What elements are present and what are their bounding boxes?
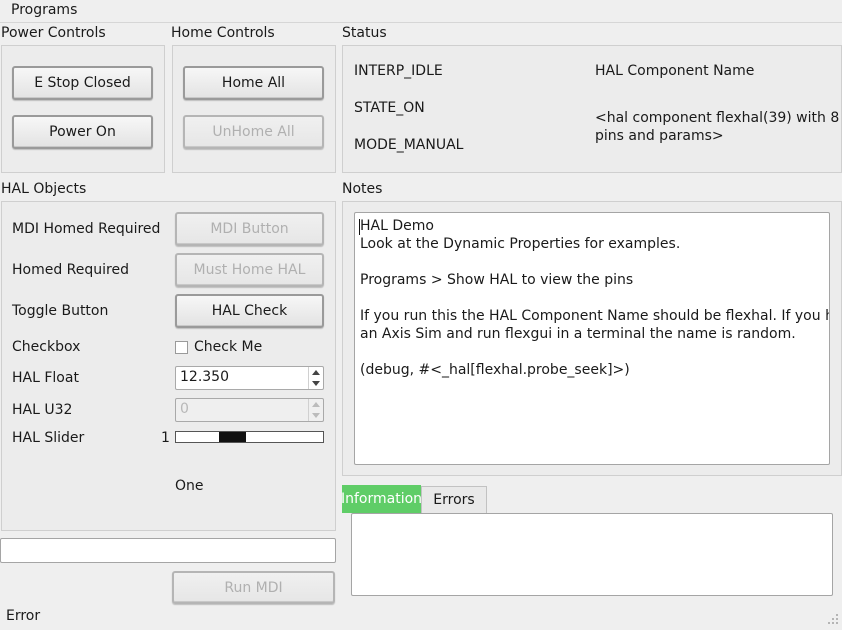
notes-line: Programs > Show HAL to view the pins [360, 272, 634, 288]
state-status: STATE_ON [354, 100, 425, 116]
status-title: Status [342, 25, 387, 41]
tab-information[interactable]: Information [341, 485, 422, 513]
power-button[interactable]: Power On [12, 115, 153, 149]
resize-grip-icon[interactable] [826, 612, 840, 626]
hal-u32-spinbox[interactable]: 0 [175, 398, 324, 422]
homed-required-label: Homed Required [12, 262, 129, 278]
toggle-button-label: Toggle Button [12, 303, 109, 319]
notes-line: If you run this the HAL Component Name s… [360, 308, 830, 324]
hal-u32-up-icon[interactable] [312, 402, 320, 407]
hal-u32-label: HAL U32 [12, 402, 73, 418]
mdi-homed-label: MDI Homed Required [12, 221, 161, 237]
hal-u32-value: 0 [180, 401, 189, 417]
hal-slider[interactable] [175, 431, 324, 443]
hal-float-spinbox[interactable]: 12.350 [175, 366, 324, 390]
hal-float-down-icon[interactable] [312, 381, 320, 386]
unhome-all-button[interactable]: UnHome All [183, 115, 324, 149]
home-all-button[interactable]: Home All [183, 66, 324, 100]
hal-float-arrows[interactable] [308, 367, 323, 389]
notes-line: an Axis Sim and run flexgui in a termina… [360, 326, 796, 342]
hal-component-value-line2: pins and params> [595, 128, 724, 144]
hal-objects-title: HAL Objects [1, 181, 87, 197]
notes-line: Look at the Dynamic Properties for examp… [360, 236, 681, 252]
hal-slider-value-text: 1 [161, 430, 170, 446]
notes-text-area[interactable]: HAL Demo Look at the Dynamic Properties … [354, 212, 830, 465]
notes-title: Notes [342, 181, 383, 197]
information-panel[interactable] [351, 513, 833, 596]
hal-float-label: HAL Float [12, 370, 79, 386]
error-label: Error [6, 608, 41, 624]
interp-status: INTERP_IDLE [354, 63, 443, 79]
hal-component-title: HAL Component Name [595, 63, 755, 79]
hal-float-value: 12.350 [180, 369, 229, 385]
hal-slider-label: HAL Slider [12, 430, 85, 446]
hal-u32-down-icon[interactable] [312, 413, 320, 418]
home-controls-title: Home Controls [171, 25, 275, 41]
hal-slider-handle[interactable] [219, 432, 246, 442]
home-controls-group [172, 45, 336, 173]
hal-slider-readout: One [175, 478, 204, 494]
menu-programs[interactable]: Programs [11, 2, 77, 18]
mdi-button[interactable]: MDI Button [175, 212, 324, 246]
hal-check-button[interactable]: HAL Check [175, 294, 324, 328]
check-me-label: Check Me [194, 339, 263, 355]
check-me-checkbox[interactable] [175, 341, 188, 354]
checkbox-label: Checkbox [12, 339, 81, 355]
power-controls-group [1, 45, 165, 173]
must-home-hal-button[interactable]: Must Home HAL [175, 253, 324, 287]
run-mdi-button[interactable]: Run MDI [172, 571, 335, 604]
tab-errors[interactable]: Errors [421, 486, 487, 513]
menu-bar: Programs [0, 0, 842, 23]
notes-line: (debug, #<_hal[flexhal.probe_seek]>) [360, 362, 630, 378]
mode-status: MODE_MANUAL [354, 137, 464, 153]
hal-u32-arrows[interactable] [308, 399, 323, 421]
hal-component-value-line1: <hal component flexhal(39) with 8 [595, 110, 840, 126]
notes-line: HAL Demo [360, 218, 434, 234]
estop-button[interactable]: E Stop Closed [12, 66, 153, 100]
power-controls-title: Power Controls [1, 25, 106, 41]
mdi-input[interactable] [0, 538, 336, 563]
hal-float-up-icon[interactable] [312, 370, 320, 375]
